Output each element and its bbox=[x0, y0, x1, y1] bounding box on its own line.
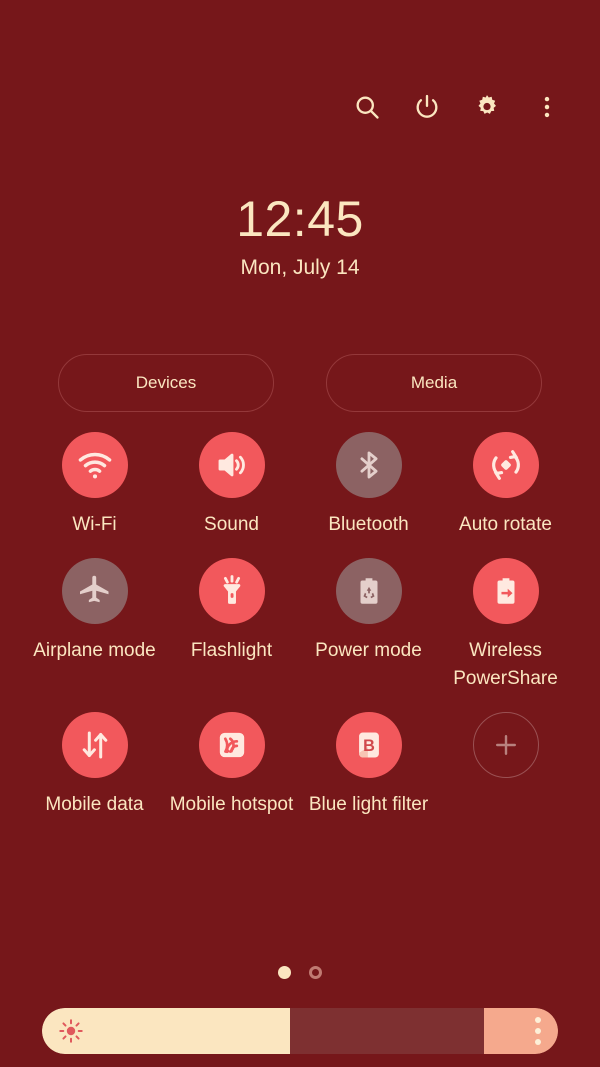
mobile-hotspot-icon bbox=[198, 711, 265, 778]
sound-icon bbox=[198, 432, 265, 498]
brightness-slider[interactable] bbox=[42, 1008, 558, 1054]
mobile-data-icon bbox=[61, 711, 128, 778]
powershare-icon bbox=[472, 557, 539, 624]
page-indicator bbox=[0, 966, 600, 979]
blue-light-icon: B bbox=[335, 711, 402, 778]
tile-label: Flashlight bbox=[190, 639, 273, 661]
tile-label: Airplane mode bbox=[33, 639, 156, 661]
tile-flashlight[interactable]: Flashlight bbox=[163, 557, 300, 694]
tile-label: Mobile data bbox=[45, 793, 144, 815]
devices-button[interactable]: Devices bbox=[58, 354, 274, 412]
tile-label: Wi-Fi bbox=[72, 514, 117, 535]
tile-label: Power mode bbox=[315, 639, 422, 661]
brightness-options-icon[interactable] bbox=[484, 1008, 558, 1054]
clock-time[interactable]: 12:45 bbox=[0, 192, 600, 246]
tile-mobile-hotspot[interactable]: Mobile hotspot bbox=[163, 711, 300, 820]
quick-settings-topbar bbox=[350, 90, 564, 124]
tile-blue-light-filter[interactable]: B Blue light filter bbox=[300, 711, 437, 820]
tile-add-button[interactable] bbox=[437, 711, 574, 820]
page-dot-1[interactable] bbox=[278, 966, 291, 979]
shortcut-pill-row: Devices Media bbox=[58, 354, 542, 412]
media-button[interactable]: Media bbox=[326, 354, 542, 412]
tile-bluetooth[interactable]: Bluetooth bbox=[300, 432, 437, 540]
airplane-icon bbox=[61, 557, 128, 624]
power-icon[interactable] bbox=[410, 90, 444, 124]
auto-rotate-icon bbox=[472, 432, 539, 498]
tile-wireless-powershare[interactable]: Wireless PowerShare bbox=[437, 557, 574, 694]
wifi-icon bbox=[61, 432, 128, 498]
tile-label: Mobile hotspot bbox=[169, 793, 294, 815]
tile-airplane-mode[interactable]: Airplane mode bbox=[26, 557, 163, 694]
more-options-icon[interactable] bbox=[530, 90, 564, 124]
brightness-sun-icon bbox=[56, 1016, 86, 1046]
tile-power-mode[interactable]: Power mode bbox=[300, 557, 437, 694]
page-dot-2[interactable] bbox=[309, 966, 322, 979]
clock-block: 12:45 Mon, July 14 bbox=[0, 192, 600, 280]
tile-sound[interactable]: Sound bbox=[163, 432, 300, 540]
clock-date: Mon, July 14 bbox=[240, 256, 360, 279]
tile-label: Auto rotate bbox=[459, 514, 552, 535]
tile-wifi[interactable]: Wi-Fi bbox=[26, 432, 163, 540]
brightness-slider-fill bbox=[42, 1008, 290, 1054]
add-icon bbox=[472, 711, 539, 778]
quick-settings-grid: Wi-Fi Sound Bluetooth Auto rotate Airpla… bbox=[26, 432, 574, 819]
power-mode-icon bbox=[335, 557, 402, 624]
flashlight-icon bbox=[198, 557, 265, 624]
tile-mobile-data[interactable]: Mobile data bbox=[26, 711, 163, 820]
tile-label: Blue light filter bbox=[308, 793, 429, 815]
tile-label: Wireless PowerShare bbox=[453, 639, 558, 690]
tile-auto-rotate[interactable]: Auto rotate bbox=[437, 432, 574, 540]
tile-label: Sound bbox=[204, 514, 259, 535]
gear-icon[interactable] bbox=[470, 90, 504, 124]
svg-text:B: B bbox=[363, 737, 375, 755]
tile-label: Bluetooth bbox=[328, 514, 409, 535]
bluetooth-icon bbox=[335, 432, 402, 498]
search-icon[interactable] bbox=[350, 90, 384, 124]
